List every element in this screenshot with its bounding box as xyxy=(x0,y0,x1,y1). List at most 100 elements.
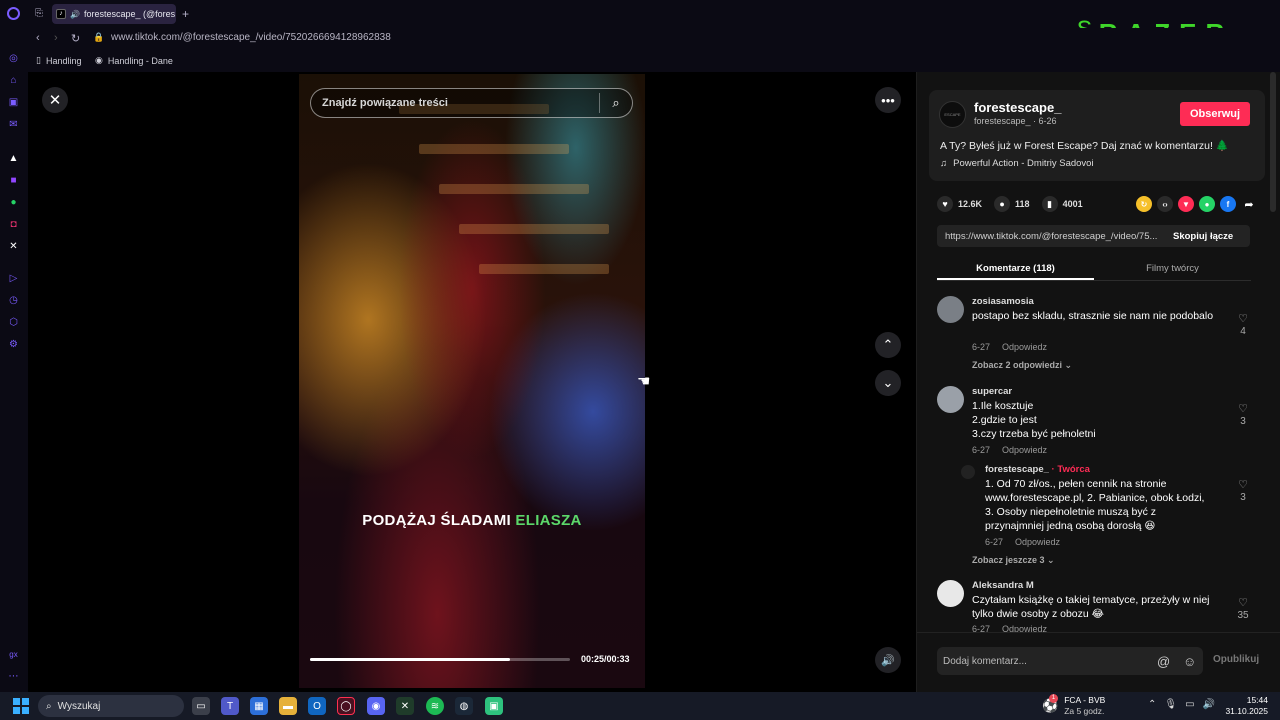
extensions-icon[interactable]: ⬡ xyxy=(7,316,20,329)
emoji-icon[interactable]: ☺ xyxy=(1183,654,1196,669)
notification-badge: 1 xyxy=(1049,694,1058,703)
sidebar-aria-icon[interactable]: ▲ xyxy=(7,152,20,165)
comment-user[interactable]: Aleksandra M xyxy=(972,580,1034,591)
volume-icon[interactable]: 🔊 xyxy=(1203,699,1215,710)
comment-input[interactable]: Dodaj komentarz... @ ☺ xyxy=(937,647,1203,675)
store-icon[interactable]: ▦ xyxy=(250,697,268,715)
sidebar-ai-icon[interactable]: ◎ xyxy=(7,52,20,65)
panel-scrollbar[interactable] xyxy=(1270,72,1276,212)
speaker-icon[interactable]: 🔊 xyxy=(70,10,80,19)
whatsapp-share-icon[interactable]: ● xyxy=(1199,196,1215,212)
whatsapp-icon[interactable]: ● xyxy=(7,196,20,209)
search-icon[interactable]: ⌕ xyxy=(600,95,632,111)
file-explorer-icon[interactable]: ▬ xyxy=(279,697,297,715)
bookmark-handling[interactable]: ▯ Handling xyxy=(36,55,81,66)
forward-icon[interactable]: › xyxy=(54,32,58,44)
taskbar-clock[interactable]: 15:44 31.10.2025 xyxy=(1222,695,1268,717)
sidebar-shop-icon[interactable]: ⌂ xyxy=(7,74,20,87)
comment-button[interactable]: ● 118 xyxy=(994,196,1030,212)
tab-creator-videos[interactable]: Filmy twórcy xyxy=(1094,257,1251,280)
reply-button[interactable]: Odpowiedz xyxy=(1002,445,1047,455)
comment-user[interactable]: supercar xyxy=(972,386,1012,397)
avatar[interactable] xyxy=(937,386,964,413)
previous-video-button[interactable]: ⌃ xyxy=(875,332,901,358)
opera-gx-icon[interactable]: ◯ xyxy=(337,697,355,715)
comment-list: zosiasamosia postapo bez skladu, straszn… xyxy=(917,290,1280,632)
microphone-icon[interactable]: 🎙 xyxy=(1164,699,1177,710)
steam-icon[interactable]: ◍ xyxy=(455,697,473,715)
author-avatar[interactable]: ESCAPE xyxy=(939,101,966,128)
comment-user[interactable]: zosiasamosia xyxy=(972,296,1034,307)
video-player[interactable] xyxy=(299,74,645,688)
sidebar-player-icon[interactable]: ▷ xyxy=(7,272,20,285)
comment-placeholder: Dodaj komentarz... xyxy=(943,655,1027,667)
avatar[interactable] xyxy=(961,465,975,479)
tab-list-icon[interactable]: ⎘ xyxy=(35,8,43,19)
follow-button[interactable]: Obserwuj xyxy=(1180,102,1250,126)
tab-comments[interactable]: Komentarze (118) xyxy=(937,257,1094,280)
history-icon[interactable]: ◷ xyxy=(7,294,20,307)
teams-icon[interactable]: T xyxy=(221,697,239,715)
share-arrow-icon[interactable]: ➦ xyxy=(1241,196,1257,212)
next-video-button[interactable]: ⌄ xyxy=(875,370,901,396)
heart-icon[interactable]: ♡ xyxy=(1233,478,1253,491)
new-tab-icon[interactable]: + xyxy=(182,7,189,21)
heart-icon[interactable]: ♡ xyxy=(1233,312,1253,325)
gx-icon[interactable]: gx xyxy=(7,648,20,661)
heart-icon[interactable]: ♡ xyxy=(1233,402,1253,415)
copy-link-button[interactable]: Skopiuj łącze xyxy=(1167,231,1233,242)
view-replies-button[interactable]: Zobacz 2 odpowiedzi ⌄ xyxy=(972,360,1072,371)
windows-start-icon[interactable] xyxy=(13,698,29,714)
task-view-icon[interactable]: ▭ xyxy=(192,697,210,715)
save-button[interactable]: ▮ 4001 xyxy=(1041,196,1083,212)
reply-button[interactable]: Odpowiedz xyxy=(1002,342,1047,352)
volume-button[interactable]: 🔊 xyxy=(875,647,901,673)
chevron-up-icon[interactable]: ⌃ xyxy=(1148,699,1156,710)
comment-user[interactable]: forestescape_ · Twórca xyxy=(985,464,1090,475)
instagram-icon[interactable]: ◘ xyxy=(7,218,20,231)
display-icon[interactable]: ▭ xyxy=(1185,699,1194,710)
reply-button[interactable]: Odpowiedz xyxy=(1002,624,1047,632)
post-button[interactable]: Opublikuj xyxy=(1213,654,1259,665)
sidebar-game-icon[interactable]: ▣ xyxy=(7,96,20,109)
comment-meta: 6-27 Odpowiedz xyxy=(972,342,1047,352)
mention-icon[interactable]: @ xyxy=(1157,654,1170,669)
reply-button[interactable]: Odpowiedz xyxy=(1015,537,1060,547)
view-more-replies-button[interactable]: Zobacz jeszcze 3 ⌄ xyxy=(972,555,1055,566)
opera-logo-icon[interactable] xyxy=(7,7,20,20)
heart-icon[interactable]: ♡ xyxy=(1233,596,1253,609)
settings-icon[interactable]: ⚙ xyxy=(7,338,20,351)
video-progress-bar[interactable] xyxy=(310,658,570,661)
x-icon[interactable]: ✕ xyxy=(7,240,20,253)
reload-icon[interactable]: ↻ xyxy=(71,32,80,45)
avatar[interactable] xyxy=(937,580,964,607)
twitch-icon[interactable]: ■ xyxy=(7,174,20,187)
details-panel: ESCAPE forestescape_ forestescape_ · 6-2… xyxy=(916,72,1280,692)
author-name[interactable]: forestescape_ xyxy=(974,100,1061,115)
close-button[interactable]: ✕ xyxy=(42,87,68,113)
share-link[interactable]: https://www.tiktok.com/@forestescape_/vi… xyxy=(937,231,1167,242)
embed-icon[interactable]: ‹› xyxy=(1157,196,1173,212)
weather-widget[interactable]: ⚽ 1 FCA - BVB Za 5 godz. xyxy=(1042,694,1105,717)
related-search-input[interactable]: Znajdź powiązane treści ⌕ xyxy=(310,88,633,118)
more-icon[interactable]: ⋯ xyxy=(7,670,20,683)
taskbar-search[interactable]: ⌕ Wyszukaj xyxy=(38,695,184,717)
spotify-icon[interactable]: ≋ xyxy=(426,697,444,715)
app-icon[interactable]: ▣ xyxy=(485,697,503,715)
send-icon[interactable]: ▼ xyxy=(1178,196,1194,212)
repost-icon[interactable]: ↻ xyxy=(1136,196,1152,212)
bookmark-handling-dane[interactable]: ◉ Handling - Dane xyxy=(95,55,173,66)
url-input[interactable]: www.tiktok.com/@forestescape_/video/7520… xyxy=(111,32,391,43)
outlook-icon[interactable]: O xyxy=(308,697,326,715)
like-button[interactable]: ♥ 12.6K xyxy=(937,196,982,212)
facebook-share-icon[interactable]: f xyxy=(1220,196,1236,212)
back-icon[interactable]: ‹ xyxy=(36,32,40,44)
xbox-icon[interactable]: ✕ xyxy=(396,697,414,715)
discord-icon[interactable]: ◉ xyxy=(367,697,385,715)
more-options-button[interactable]: ••• xyxy=(875,87,901,113)
video-time: 00:25/00:33 xyxy=(581,654,630,664)
avatar[interactable] xyxy=(937,296,964,323)
music-link[interactable]: ♫ Powerful Action - Dmitriy Sadovoi xyxy=(940,158,1094,169)
browser-tab-active[interactable]: ♪ 🔊 forestescape_ (@fores xyxy=(52,4,176,24)
sidebar-mail-icon[interactable]: ✉ xyxy=(7,118,20,131)
